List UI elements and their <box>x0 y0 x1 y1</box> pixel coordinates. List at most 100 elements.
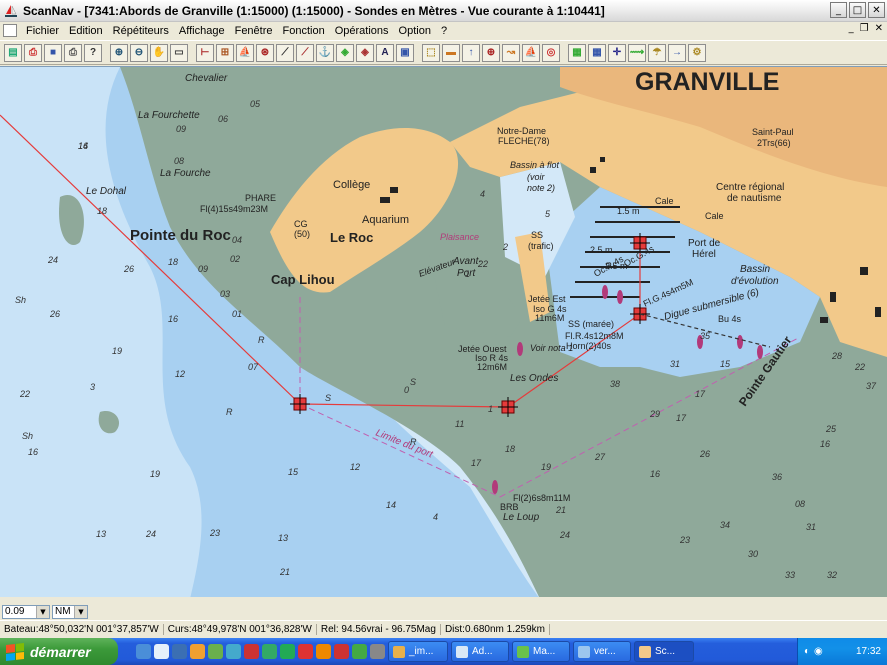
text-icon[interactable]: A <box>376 43 394 62</box>
label-cale-2: Cale <box>655 196 674 206</box>
menu-help[interactable]: ? <box>436 25 452 37</box>
sounding-label: 08 <box>174 156 184 166</box>
position-icon[interactable]: ✛ <box>608 43 626 62</box>
menu-repetiteurs[interactable]: Répétiteurs <box>108 25 174 37</box>
nautical-chart-view[interactable]: GRANVILLE Pointe du Roc Cap Lihou Le Roc… <box>0 66 887 598</box>
quick-launch-icon[interactable] <box>172 644 187 659</box>
track-icon[interactable]: ⟿ <box>628 43 646 62</box>
route-follow-icon[interactable]: ↝ <box>502 43 520 62</box>
antivirus-icon[interactable]: ◉ <box>814 646 823 657</box>
quick-launch-icon[interactable] <box>244 644 259 659</box>
seabed-mark: R <box>410 437 417 447</box>
mark-icon[interactable]: ◈ <box>336 43 354 62</box>
menu-fonction[interactable]: Fonction <box>278 25 330 37</box>
label-port-herel-2: Hérel <box>692 249 716 260</box>
zoom-in-icon[interactable]: ⊕ <box>110 43 128 62</box>
chart-grid-icon[interactable]: ▦ <box>588 43 606 62</box>
route-icon[interactable]: ⟋ <box>276 43 294 62</box>
arrow-right-icon[interactable]: → <box>668 43 686 62</box>
quick-launch-icon[interactable] <box>154 644 169 659</box>
label-plaisance: Plaisance <box>440 232 479 242</box>
quick-launch-icon[interactable] <box>136 644 151 659</box>
chart-index-icon[interactable]: ▦ <box>568 43 586 62</box>
taskbar-item[interactable]: Ma... <box>512 641 570 662</box>
taskbar-item[interactable]: _im... <box>388 641 448 662</box>
start-button[interactable]: démarrer <box>0 638 118 665</box>
pan-hand-icon[interactable]: ✋ <box>150 43 168 62</box>
maximize-button[interactable]: □ <box>849 2 866 18</box>
edit-route-icon[interactable]: ⟋ <box>296 43 314 62</box>
mdi-close-button[interactable]: ✕ <box>875 23 883 34</box>
weather-icon[interactable]: ☂ <box>648 43 666 62</box>
quick-launch-icon[interactable] <box>334 644 349 659</box>
boat-mark-icon[interactable]: ⛵ <box>522 43 540 62</box>
nmea-icon[interactable]: ▬ <box>442 43 460 62</box>
open-icon[interactable]: ▤ <box>4 43 22 62</box>
taskbar-item[interactable]: Sc... <box>634 641 694 662</box>
label-cale: Cale <box>705 211 724 221</box>
anchor-icon[interactable]: ⚓ <box>316 43 334 62</box>
label-cap-lihou: Cap Lihou <box>271 272 335 287</box>
quick-launch-icon[interactable] <box>316 644 331 659</box>
mdi-minimize-button[interactable]: _ <box>849 23 854 34</box>
gps-icon[interactable]: ⬚ <box>422 43 440 62</box>
sounding-label: 32 <box>827 570 837 580</box>
quick-launch-icon[interactable] <box>280 644 295 659</box>
ruler-icon[interactable]: ⊢ <box>196 43 214 62</box>
status-cursor-position: Curs:48°49,978'N 001°36,828'W <box>164 624 317 635</box>
menu-operations[interactable]: Opérations <box>330 25 394 37</box>
quick-launch-icon[interactable] <box>352 644 367 659</box>
menu-edition[interactable]: Edition <box>64 25 108 37</box>
label-notre-dame: Notre-Dame <box>497 126 546 136</box>
menu-fenetre[interactable]: Fenêtre <box>230 25 278 37</box>
help-pointer-icon[interactable]: ? <box>84 43 102 62</box>
quick-launch-icon[interactable] <box>298 644 313 659</box>
network-icon[interactable]: ◐ <box>804 646 810 657</box>
sounding-label: 19 <box>112 346 122 356</box>
menu-affichage[interactable]: Affichage <box>174 25 230 37</box>
light-loup: Fl(2)6s8m11M <box>513 493 570 503</box>
quick-launch-icon[interactable] <box>370 644 385 659</box>
zoom-out-icon[interactable]: ⊖ <box>130 43 148 62</box>
zoom-area-icon[interactable]: ⊞ <box>216 43 234 62</box>
lifebuoy-icon[interactable]: ◎ <box>542 43 560 62</box>
quick-launch-icon[interactable] <box>208 644 223 659</box>
sounding-label: 3 <box>90 382 95 392</box>
sounding-label: 13 <box>96 529 106 539</box>
sounding-label: 15 <box>720 359 731 369</box>
quick-launch-icon[interactable] <box>190 644 205 659</box>
quick-launch-icon[interactable] <box>226 644 241 659</box>
chevron-down-icon[interactable]: ▼ <box>74 605 87 618</box>
taskbar-item[interactable]: ver... <box>573 641 631 662</box>
sounding-label: 17 <box>471 458 482 468</box>
taskbar-item[interactable]: Ad... <box>451 641 509 662</box>
units-combo[interactable]: NM ▼ <box>52 604 88 619</box>
print-icon[interactable]: ⎙ <box>24 43 42 62</box>
menu-fichier[interactable]: Fichier <box>21 25 64 37</box>
boat-icon[interactable]: ⛵ <box>236 43 254 62</box>
menu-option[interactable]: Option <box>394 25 436 37</box>
quick-launch-icon[interactable] <box>262 644 277 659</box>
up-arrow-icon[interactable]: ↑ <box>462 43 480 62</box>
document-icon[interactable] <box>3 24 17 37</box>
mdi-restore-button[interactable]: ❐ <box>860 23 869 34</box>
printer-icon[interactable]: ⎙ <box>64 43 82 62</box>
chart-canvas[interactable]: GRANVILLE Pointe du Roc Cap Lihou Le Roc… <box>0 67 887 598</box>
sounding-label: 12 <box>175 369 185 379</box>
close-button[interactable]: ✕ <box>868 2 885 18</box>
save-icon[interactable]: ■ <box>44 43 62 62</box>
status-bearing: Rel: 94.56vrai - 96.75Mag <box>317 624 441 635</box>
minimize-button[interactable]: _ <box>830 2 847 18</box>
layers-icon[interactable]: ▣ <box>396 43 414 62</box>
sailboat-app-icon <box>5 4 17 17</box>
mark-edit-icon[interactable]: ◈ <box>356 43 374 62</box>
compass-icon[interactable]: ⊕ <box>482 43 500 62</box>
sounding-label: 18 <box>505 444 515 454</box>
target-icon[interactable]: ⊛ <box>256 43 274 62</box>
chevron-down-icon[interactable]: ▼ <box>36 605 49 618</box>
sounding-label: 28 <box>831 351 842 361</box>
autopilot-icon[interactable]: ⚙ <box>688 43 706 62</box>
select-rect-icon[interactable]: ▭ <box>170 43 188 62</box>
scale-combo[interactable]: 0.09 ▼ <box>2 604 50 619</box>
start-label: démarrer <box>30 643 91 660</box>
